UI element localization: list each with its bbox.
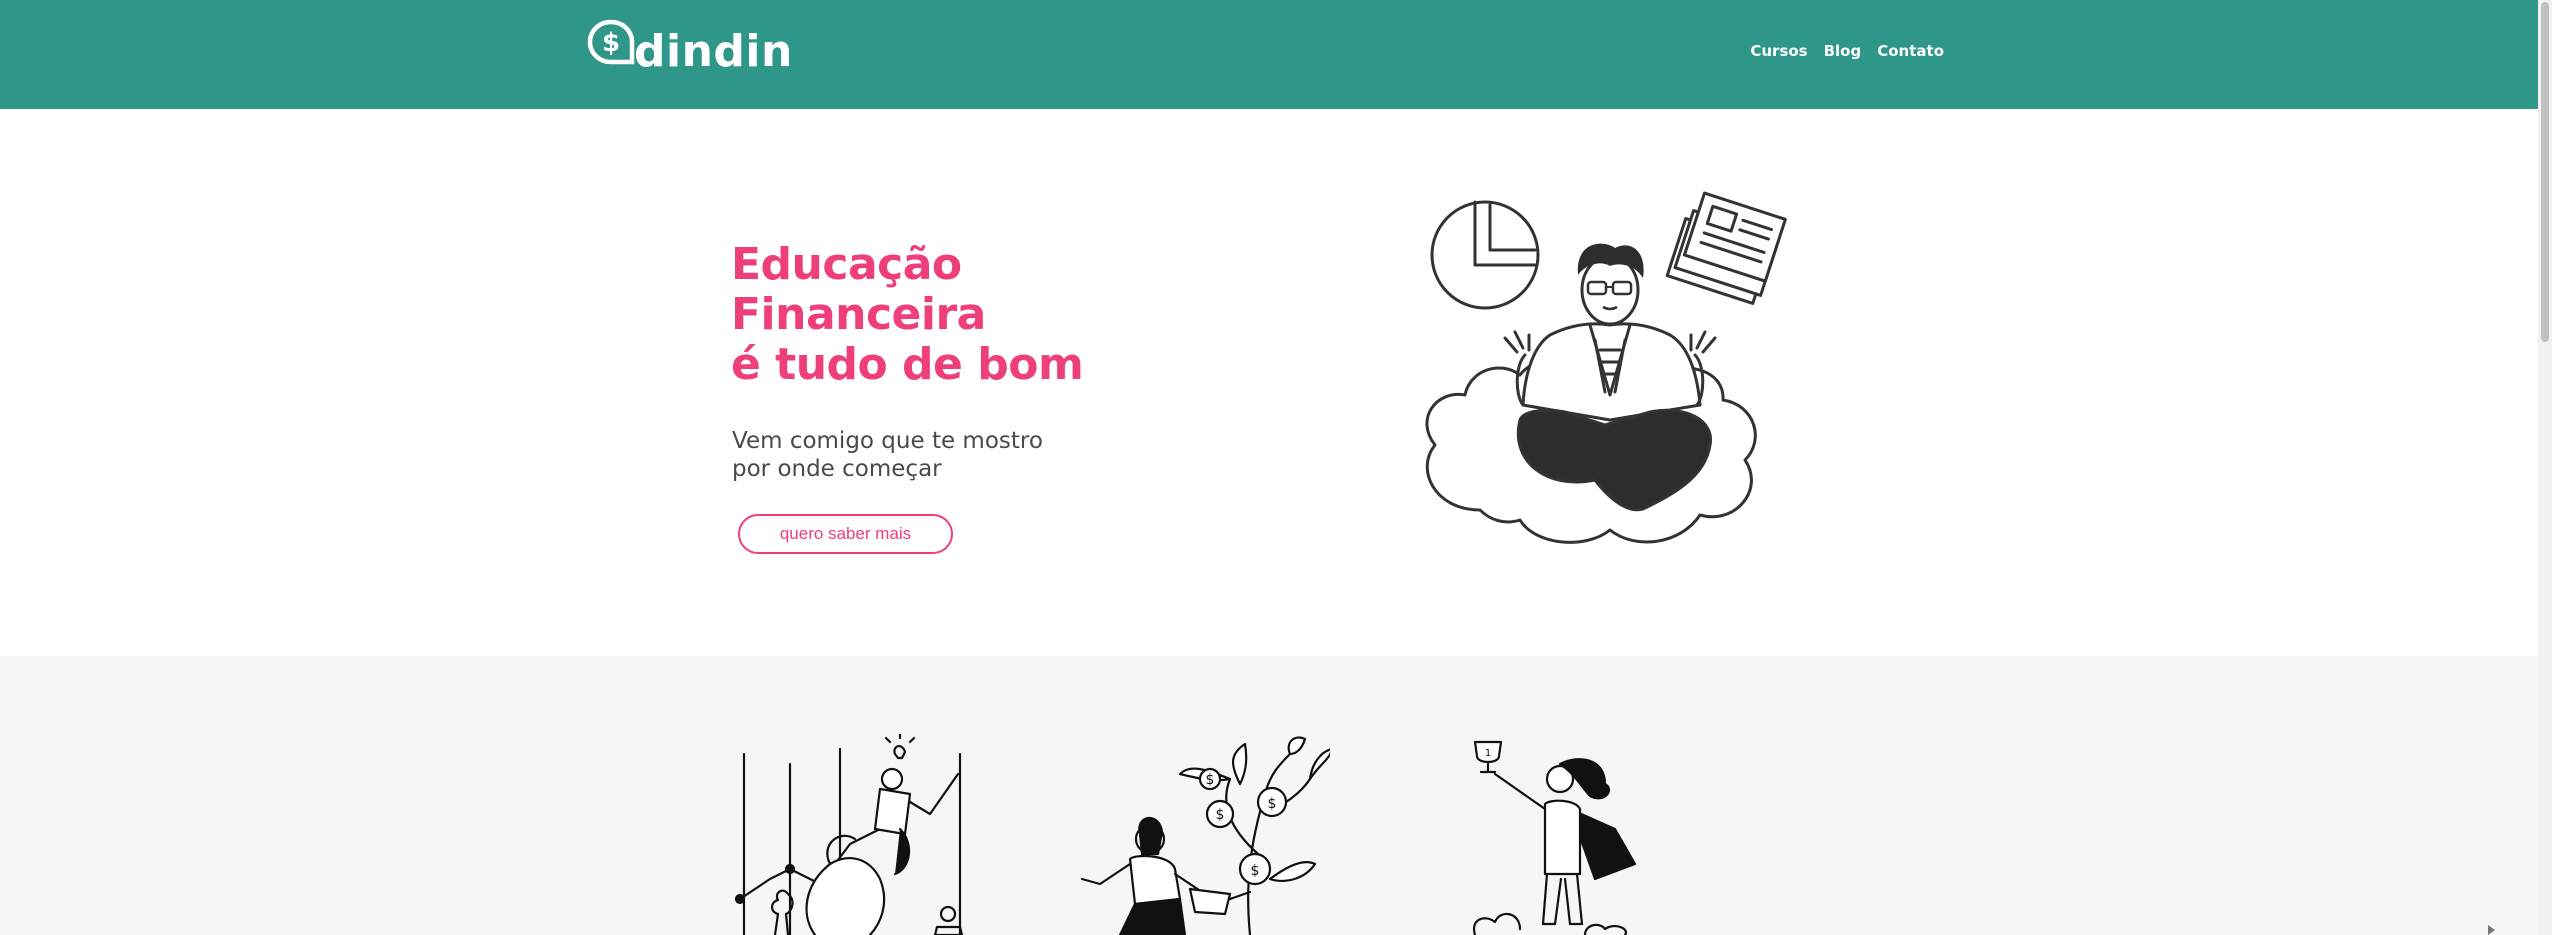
svg-text:$: $ xyxy=(1268,796,1277,812)
brand-name: dindin xyxy=(634,26,793,77)
page: $ dindin Cursos Blog Contato Educação Fi… xyxy=(0,0,2552,935)
chess-knight-rider-illustration xyxy=(734,734,964,935)
site-header: $ dindin Cursos Blog Contato xyxy=(0,0,2538,109)
carousel-next-icon[interactable] xyxy=(2488,925,2495,935)
hero-title-line: Educação xyxy=(731,239,962,290)
page-scrollbar[interactable] xyxy=(2538,0,2552,935)
hero-title: Educação Financeira é tudo de bom xyxy=(731,239,1084,390)
money-tree-watering-illustration: $ $ $ $ xyxy=(1080,736,1330,935)
logo-link[interactable]: $ dindin xyxy=(586,18,793,74)
hero-subtitle-line: Vem comigo que te mostro xyxy=(732,428,1043,454)
meditating-person-on-cloud-illustration xyxy=(1425,191,1787,544)
svg-text:$: $ xyxy=(602,28,620,58)
hero-title-line: Financeira xyxy=(731,289,986,340)
nav-link-cursos[interactable]: Cursos xyxy=(1750,42,1807,60)
hero-subtitle-line: por onde começar xyxy=(732,456,942,482)
svg-text:1: 1 xyxy=(1485,748,1491,759)
hero-title-line: é tudo de bom xyxy=(731,339,1084,390)
hero-subtitle: Vem comigo que te mostro por onde começa… xyxy=(732,427,1043,483)
dollar-bubble-icon: $ xyxy=(587,19,635,65)
nav-link-blog[interactable]: Blog xyxy=(1824,42,1862,60)
main-nav: Cursos Blog Contato xyxy=(1750,42,1944,60)
svg-text:$: $ xyxy=(1216,807,1225,823)
svg-text:$: $ xyxy=(1206,772,1215,788)
nav-link-contato[interactable]: Contato xyxy=(1877,42,1944,60)
scrollbar-thumb[interactable] xyxy=(2541,2,2549,342)
trophy-hero-illustration: 1 xyxy=(1472,740,1637,935)
svg-text:$: $ xyxy=(1251,863,1260,879)
learn-more-button[interactable]: quero saber mais xyxy=(738,514,953,554)
